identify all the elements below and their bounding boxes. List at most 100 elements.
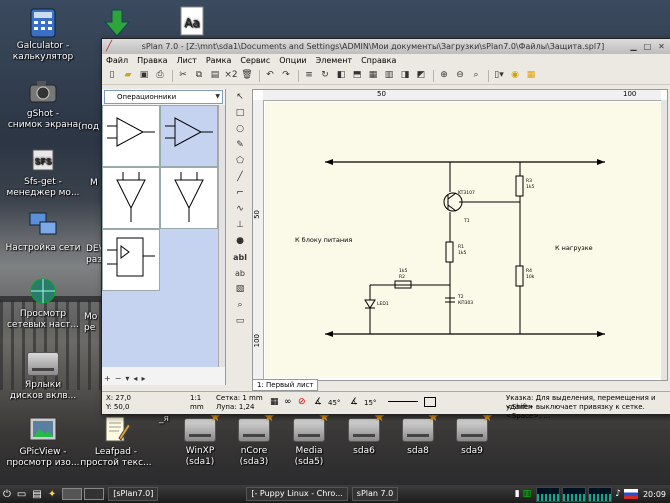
angle-icon-2[interactable]: ∡ — [350, 398, 358, 407]
copy-icon[interactable]: ⧉ — [192, 69, 206, 82]
desktop-icon-network-settings[interactable]: Настройка сети — [0, 210, 86, 254]
font-viewer-icon[interactable]: Aa — [175, 6, 209, 39]
canvas-scrollbar[interactable] — [661, 100, 667, 380]
mirror-h-icon[interactable]: ◧ — [334, 69, 348, 82]
mirror-v-icon[interactable]: ⬒ — [350, 69, 364, 82]
front-icon[interactable]: ◨ — [398, 69, 412, 82]
bezier-tool-icon[interactable]: ∿ — [232, 202, 248, 217]
menu-start-icon[interactable]: ⏻ — [3, 489, 11, 500]
desktop-icon-gshot[interactable]: gShot - снимок экрана — [0, 76, 86, 131]
library-tab-icon[interactable]: ▾ — [125, 374, 129, 383]
align-icon[interactable]: ≡ — [302, 69, 316, 82]
desktop-drive-ncore[interactable]: ★ nCore (sda3) — [232, 411, 276, 468]
page-icon[interactable]: ▯▾ — [492, 69, 506, 82]
taskbar-task-chrome[interactable]: [- Puppy Linux - Chro... — [246, 487, 348, 501]
library-add-icon[interactable]: + — [104, 374, 111, 383]
pointer-tool-icon[interactable]: ↖ — [232, 90, 248, 105]
library-remove-icon[interactable]: − — [115, 374, 122, 383]
russian-flag-icon[interactable] — [623, 489, 638, 499]
undo-icon[interactable]: ↶ — [263, 69, 277, 82]
window-titlebar[interactable]: ╱ sPlan 7.0 - [Z:\mnt\sda1\Documents and… — [102, 39, 670, 54]
menu-service[interactable]: Сервис — [240, 56, 270, 65]
back-icon[interactable]: ◩ — [414, 69, 428, 82]
terminal-icon[interactable]: ▭ — [17, 489, 26, 500]
desktop-icon-leafpad[interactable]: Leafpad - простой текс... — [78, 414, 154, 469]
clock[interactable]: 20:09 — [643, 490, 666, 499]
text-tool-icon[interactable]: abl — [232, 250, 248, 265]
library-item-opamp-down[interactable] — [102, 167, 160, 229]
desktop-icon-sfs-get[interactable]: SFS Sfs-get - менеджер мо... — [0, 144, 86, 199]
ungroup-icon[interactable]: ▥ — [382, 69, 396, 82]
menu-file[interactable]: Файл — [106, 56, 128, 65]
desktop-drive-sda9[interactable]: ★ sda9 — [450, 411, 494, 457]
library-next-icon[interactable]: ▸ — [141, 374, 145, 383]
desktop-drive-sda6[interactable]: ★ sda6 — [342, 411, 386, 457]
measure-tool-icon[interactable]: ⊥ — [232, 218, 248, 233]
menu-element[interactable]: Элемент — [316, 56, 352, 65]
textbox-tool-icon[interactable]: ab — [232, 266, 248, 281]
line-width-preview[interactable] — [388, 401, 418, 402]
save-icon[interactable]: ▣ — [137, 69, 151, 82]
ellipse-tool-icon[interactable]: ○ — [232, 122, 248, 137]
image-tool-icon[interactable]: ▧ — [232, 282, 248, 297]
paste-icon[interactable]: ▤ — [208, 69, 222, 82]
menu-options[interactable]: Опции — [279, 56, 306, 65]
cut-icon[interactable]: ✂ — [176, 69, 190, 82]
ruler-tool-icon[interactable]: ▭ — [232, 314, 248, 329]
desktop-icon-drives-shortcuts[interactable]: Ярлыки дисков вклв... — [0, 348, 86, 402]
desktop-icon-network-browse[interactable]: Просмотр сетевых наст... — [0, 276, 86, 331]
desktop-2-icon[interactable] — [84, 488, 105, 500]
delete-icon[interactable]: 🗑 — [240, 69, 254, 82]
snap-grid-icon[interactable]: ▦ — [270, 398, 279, 407]
magnet-icon[interactable]: ∞ — [284, 398, 292, 407]
maximize-icon[interactable]: □ — [642, 42, 653, 52]
files-icon[interactable]: ▤ — [32, 489, 41, 500]
library-prev-icon[interactable]: ◂ — [133, 374, 137, 383]
print-icon[interactable]: ⎙ — [153, 69, 167, 82]
library-item-opamp-down-2[interactable] — [160, 167, 218, 229]
library-scrollbar[interactable] — [218, 105, 225, 367]
minimize-icon[interactable]: ▁ — [628, 42, 639, 52]
zoom-tool-icon[interactable]: ⌕ — [232, 298, 248, 313]
library-icon[interactable]: ▦ — [524, 69, 538, 82]
menu-edit[interactable]: Правка — [137, 56, 167, 65]
group-icon[interactable]: ▦ — [366, 69, 380, 82]
desktop-drive-media[interactable]: ★ Media (sda5) — [287, 411, 331, 468]
desktop-drive-sda8[interactable]: ★ sda8 — [396, 411, 440, 457]
angle-icon[interactable]: ∡ — [314, 398, 322, 407]
line-tool-icon[interactable]: ╱ — [232, 170, 248, 185]
desktop-icon-calculator[interactable]: Galculator - калькулятор — [0, 8, 86, 63]
menu-sheet[interactable]: Лист — [177, 56, 197, 65]
library-item-opamp[interactable] — [102, 105, 160, 167]
zoom-out-icon[interactable]: ⊖ — [453, 69, 467, 82]
fill-preview[interactable] — [424, 397, 436, 407]
menu-help[interactable]: Справка — [361, 56, 396, 65]
close-icon[interactable]: ✕ — [656, 42, 667, 52]
library-item-opamp-selected[interactable] — [160, 105, 218, 167]
pen-tool-icon[interactable]: ✎ — [232, 138, 248, 153]
library-select[interactable]: Операционники — [104, 90, 223, 104]
angle-15[interactable]: 15° — [364, 399, 376, 408]
duplicate-icon[interactable]: ×2 — [224, 69, 238, 82]
snap-off-icon[interactable]: ⊘ — [298, 398, 306, 407]
rectangle-tool-icon[interactable]: □ — [232, 106, 248, 121]
menu-frame[interactable]: Рамка — [206, 56, 232, 65]
desktop-drive-winxp[interactable]: ★ WinXP (sda1) — [178, 411, 222, 468]
new-file-icon[interactable]: ▯ — [105, 69, 119, 82]
sheet-tab[interactable]: 1: Первый лист — [252, 379, 319, 391]
angle-45[interactable]: 45° — [328, 399, 340, 408]
polygon-tool-icon[interactable]: ⬠ — [232, 154, 248, 169]
taskbar-task-splan[interactable]: sPlan 7.0 — [351, 487, 399, 501]
drawing-canvas[interactable]: 50 100 50 100 KT3107 T1 R1 1k5 T2 КП303 … — [252, 89, 668, 381]
download-icon[interactable] — [100, 8, 134, 41]
volume-icon[interactable]: ♪ — [615, 489, 621, 499]
desktop-1-icon[interactable] — [62, 488, 83, 500]
star-launcher-icon[interactable]: ✦ — [48, 489, 56, 500]
taskbar-task-splan-folder[interactable]: [sPlan7.0] — [108, 487, 159, 501]
rotate-icon[interactable]: ↻ — [318, 69, 332, 82]
network-icon[interactable]: ▥ — [523, 489, 532, 499]
battery-icon[interactable]: ▮ — [515, 489, 520, 499]
node-tool-icon[interactable]: ● — [232, 234, 248, 249]
redo-icon[interactable]: ↷ — [279, 69, 293, 82]
zoom-in-icon[interactable]: ⊕ — [437, 69, 451, 82]
